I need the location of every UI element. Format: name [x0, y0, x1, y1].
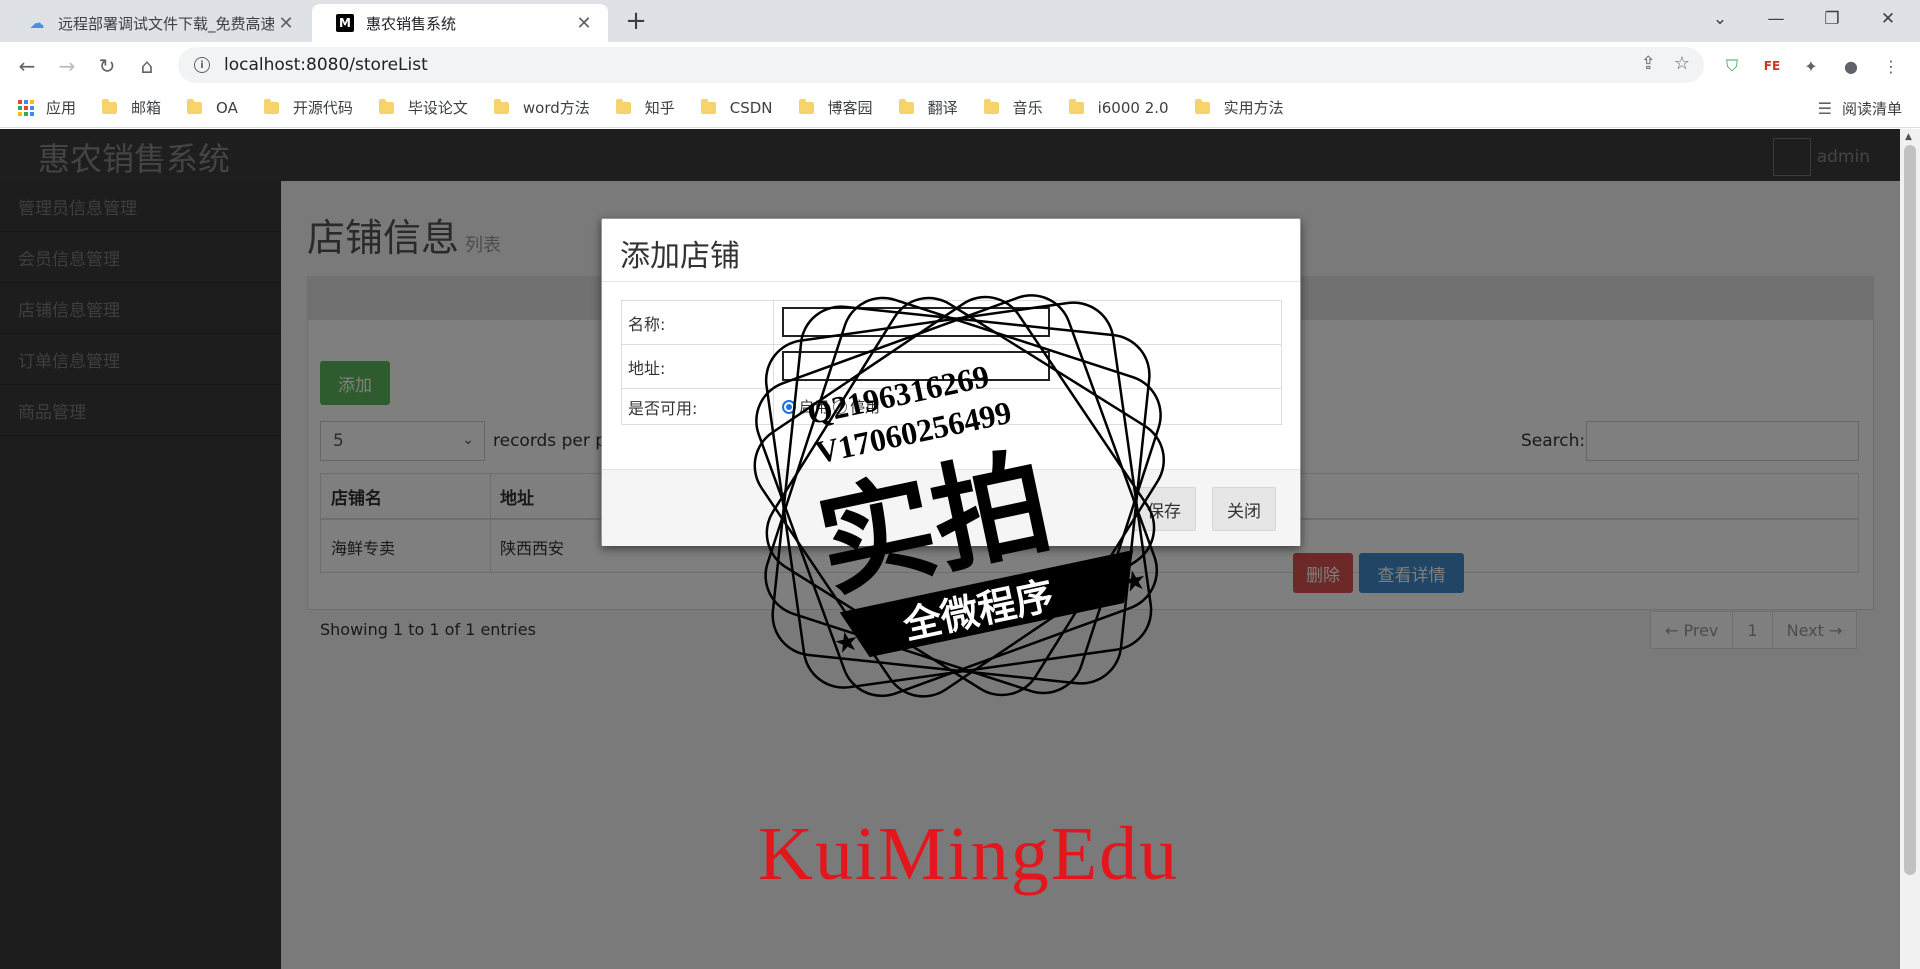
folder-icon: [378, 98, 394, 114]
folder-icon: [187, 98, 203, 114]
home-icon[interactable]: ⌂: [131, 50, 163, 82]
bookmark-label: 翻译: [927, 99, 958, 117]
page-scrollbar[interactable]: ▲: [1900, 129, 1920, 969]
bookmark-label: 毕设论文: [407, 99, 468, 117]
reading-list-label: 阅读清单: [1841, 99, 1902, 118]
back-arrow-icon[interactable]: ←: [11, 50, 43, 82]
browser-toolbar: ← → ↻ ⌂ i localhost:8080/storeList ⇪ ☆ ⛉…: [0, 42, 1920, 88]
bookmark-item[interactable]: i6000 2.0: [1068, 98, 1169, 117]
bookmark-item[interactable]: 实用方法: [1194, 97, 1284, 118]
folder-icon: [1068, 98, 1084, 114]
browser-tab-strip: ☁ 远程部署调试文件下载_免费高速 ✕ M 惠农销售系统 ✕ + ⌄ — ❐ ✕: [0, 0, 1920, 42]
bookmark-item[interactable]: 音乐: [983, 97, 1043, 118]
folder-icon: [615, 98, 631, 114]
kuimingedu-watermark: KuiMingEdu: [758, 812, 1180, 896]
bookmark-apps[interactable]: 应用: [18, 97, 76, 118]
share-icon[interactable]: ⇪: [1641, 53, 1656, 74]
bookmark-label: 实用方法: [1223, 99, 1284, 117]
tab-title: 惠农销售系统: [366, 14, 457, 33]
tab-close-icon[interactable]: ✕: [572, 13, 596, 34]
bookmark-item[interactable]: 开源代码: [263, 97, 353, 118]
restore-icon[interactable]: ❐: [1804, 0, 1860, 38]
bookmark-item[interactable]: OA: [187, 98, 238, 117]
shield-extension-icon[interactable]: ⛉: [1718, 52, 1746, 80]
window-close-icon[interactable]: ✕: [1860, 0, 1916, 38]
url-text: localhost:8080/storeList: [224, 55, 428, 75]
bookmark-label: OA: [216, 98, 238, 117]
bookmark-label: CSDN: [729, 98, 773, 117]
bookmark-item[interactable]: CSDN: [700, 98, 773, 117]
bookmark-item[interactable]: 邮箱: [102, 97, 161, 118]
minimize-icon[interactable]: —: [1748, 0, 1804, 38]
folder-icon: [1194, 98, 1210, 114]
cloud-favicon-icon: ☁: [29, 14, 45, 32]
reading-list-icon: ☰: [1817, 98, 1832, 118]
fe-extension-icon[interactable]: FE: [1758, 52, 1786, 80]
address-bar[interactable]: i localhost:8080/storeList ⇪ ☆: [178, 47, 1704, 83]
close-button[interactable]: 关闭: [1212, 487, 1276, 531]
bookmark-label: 应用: [46, 99, 77, 117]
bookmark-label: i6000 2.0: [1097, 98, 1169, 117]
tab-title: 远程部署调试文件下载_免费高速: [58, 14, 274, 33]
bookmark-item[interactable]: word方法: [493, 97, 590, 118]
bookmark-label: 邮箱: [131, 99, 162, 117]
bookmark-label: 音乐: [1012, 99, 1043, 117]
bookmark-label: 开源代码: [292, 99, 353, 117]
folder-icon: [700, 98, 716, 114]
tab-search-chevron-icon[interactable]: ⌄: [1692, 0, 1748, 38]
reading-list-button[interactable]: ☰ 阅读清单: [1818, 88, 1902, 128]
m-favicon-icon: M: [336, 14, 354, 32]
bookmark-item[interactable]: 知乎: [615, 97, 675, 118]
forward-arrow-icon[interactable]: →: [51, 50, 83, 82]
site-info-icon[interactable]: i: [194, 57, 210, 73]
folder-icon: [898, 98, 914, 114]
folder-icon: [102, 98, 118, 114]
bookmark-label: word方法: [522, 99, 590, 117]
bookmark-label: 博客园: [827, 99, 873, 117]
reload-icon[interactable]: ↻: [91, 50, 123, 82]
bookmark-label: 知乎: [644, 99, 675, 117]
modal-title: 添加店铺: [620, 239, 740, 274]
folder-icon: [493, 98, 509, 114]
more-menu-icon[interactable]: ⋮: [1877, 52, 1905, 80]
tab-huinong[interactable]: M 惠农销售系统 ✕: [312, 4, 608, 42]
folder-icon: [983, 98, 999, 114]
folder-icon: [263, 98, 279, 114]
folder-icon: [798, 98, 814, 114]
tab-close-icon[interactable]: ✕: [274, 13, 298, 34]
puzzle-extensions-icon[interactable]: ✦: [1797, 52, 1825, 80]
scrollbar-thumb[interactable]: [1904, 145, 1916, 875]
bookmark-item[interactable]: 毕设论文: [378, 97, 468, 118]
new-tab-plus-icon[interactable]: +: [620, 6, 652, 36]
tab-remote-deploy[interactable]: ☁ 远程部署调试文件下载_免费高速 ✕: [4, 4, 310, 42]
bookmark-item[interactable]: 博客园: [798, 97, 873, 118]
apps-grid-icon: [18, 99, 34, 116]
bookmarks-bar: 应用 邮箱 OA 开源代码 毕设论文 word方法 知乎 CSDN 博客园 翻译…: [0, 88, 1920, 128]
scroll-up-arrow-icon[interactable]: ▲: [1905, 132, 1912, 142]
profile-avatar-icon[interactable]: ●: [1837, 52, 1865, 80]
bookmark-star-icon[interactable]: ☆: [1674, 53, 1690, 74]
bookmark-item[interactable]: 翻译: [898, 97, 958, 118]
watermark-stamp: Q2196316269 V17060256499 实拍 全微程序 ★ ★: [753, 294, 1166, 698]
